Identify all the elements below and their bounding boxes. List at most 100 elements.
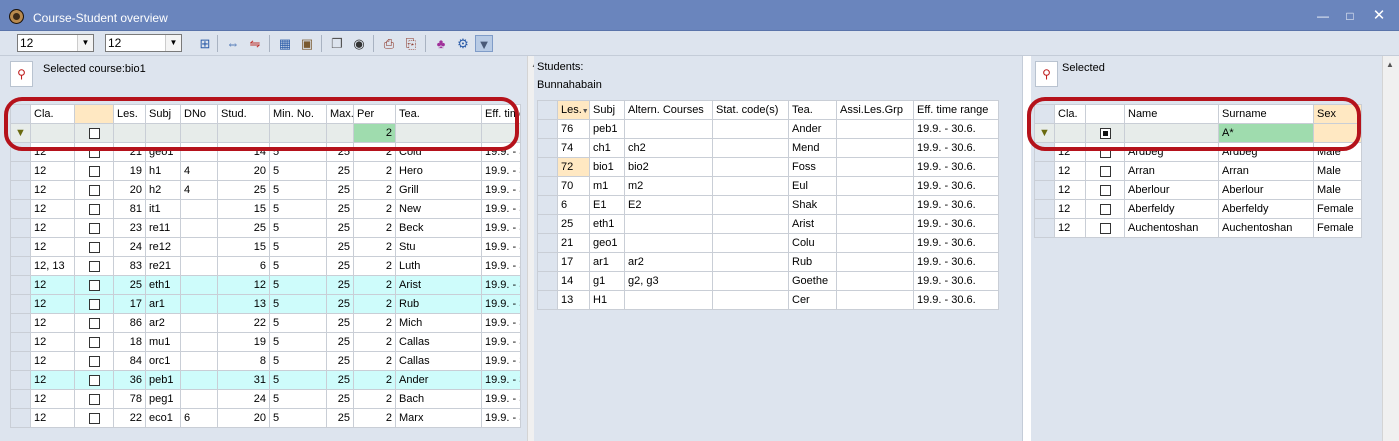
checkbox[interactable] (88, 222, 100, 234)
cell-assi-les-grp[interactable] (836, 214, 914, 234)
cell-max-no[interactable]: 25 (326, 370, 354, 390)
col-select[interactable] (74, 104, 114, 124)
cell-subj[interactable]: re12 (145, 237, 181, 257)
cell-dno[interactable] (180, 199, 218, 219)
cell-sex[interactable]: Male (1313, 142, 1362, 162)
col-stat-codes[interactable]: Stat. code(s) (712, 100, 789, 120)
cell-tea[interactable]: Foss (788, 157, 837, 177)
select-cell[interactable] (74, 256, 114, 276)
filter-surname[interactable]: A* (1218, 123, 1314, 143)
cell-subj[interactable]: h2 (145, 180, 181, 200)
table-row[interactable]: 72 bio1 bio2 Foss 19.9. - 30.6. (537, 157, 999, 177)
cell-stat-codes[interactable] (712, 290, 789, 310)
cell-altern-courses[interactable]: ch2 (624, 138, 713, 158)
cell-stud[interactable]: 8 (217, 351, 270, 371)
cell-min-no[interactable]: 5 (269, 199, 327, 219)
col-tea[interactable]: Tea. (788, 100, 837, 120)
cell-max-no[interactable]: 25 (326, 351, 354, 371)
cell-time-range[interactable]: 19.9. - 30.6. (481, 294, 521, 314)
cell-stud[interactable]: 15 (217, 237, 270, 257)
cell-tea[interactable]: Arist (395, 275, 482, 295)
cell-max-no[interactable]: 25 (326, 275, 354, 295)
cell-subj[interactable]: E1 (589, 195, 625, 215)
cell-cla[interactable]: 12 (1054, 199, 1086, 219)
cell-per[interactable]: 2 (353, 256, 396, 276)
cell-altern-courses[interactable] (624, 214, 713, 234)
table-row[interactable]: 12 Ardbeg Ardbeg Male (1034, 142, 1362, 162)
cell-max-no[interactable]: 25 (326, 389, 354, 409)
cell-stud[interactable]: 6 (217, 256, 270, 276)
cell-subj[interactable]: g1 (589, 271, 625, 291)
cell-time-range[interactable]: 19.9. - 30.6. (481, 351, 521, 371)
cell-altern-courses[interactable] (624, 233, 713, 253)
select-cell[interactable] (74, 294, 114, 314)
cell-time-range[interactable]: 19.9. - 30.6. (913, 214, 999, 234)
cell-dno[interactable] (180, 237, 218, 257)
cell-per[interactable]: 2 (353, 180, 396, 200)
cell-name[interactable]: Aberlour (1124, 180, 1219, 200)
cell-surname[interactable]: Arran (1218, 161, 1314, 181)
cell-stat-codes[interactable] (712, 252, 789, 272)
cell-max-no[interactable]: 25 (326, 161, 354, 181)
class-select[interactable]: 12 ▼ (17, 34, 94, 52)
select-cell[interactable] (74, 237, 114, 257)
cell-stud[interactable]: 25 (217, 180, 270, 200)
table-row[interactable]: 17 ar1 ar2 Rub 19.9. - 30.6. (537, 252, 999, 272)
col-time-range[interactable]: Eff. time range (481, 104, 521, 124)
select-cell[interactable] (1085, 218, 1125, 238)
cell-min-no[interactable]: 5 (269, 370, 327, 390)
cell-min-no[interactable]: 5 (269, 256, 327, 276)
cell-dno[interactable] (180, 142, 218, 162)
table-row[interactable]: 12, 13 83re21 65252Luth19.9. - 30.6. (10, 256, 521, 276)
cell-cla[interactable]: 12 (30, 389, 75, 409)
cell-les[interactable]: 20 (113, 180, 146, 200)
cell-dno[interactable] (180, 332, 218, 352)
filter-cell[interactable] (1313, 123, 1362, 143)
binoculars-icon[interactable]: ◉ (350, 35, 368, 52)
checkbox[interactable] (88, 241, 100, 253)
cell-min-no[interactable]: 5 (269, 351, 327, 371)
filter-icon[interactable]: ▼ (475, 35, 493, 52)
cell-les[interactable]: 19 (113, 161, 146, 181)
cell-cla[interactable]: 12 (1054, 142, 1086, 162)
cell-min-no[interactable]: 5 (269, 180, 327, 200)
magnifier-icon[interactable]: ⚲ (10, 61, 33, 87)
cell-stat-codes[interactable] (712, 138, 789, 158)
cell-assi-les-grp[interactable] (836, 252, 914, 272)
col-per[interactable]: Per (353, 104, 396, 124)
col-altern-courses[interactable]: Altern. Courses (624, 100, 713, 120)
cell-les[interactable]: 24 (113, 237, 146, 257)
checkbox[interactable] (88, 298, 100, 310)
cell-per[interactable]: 2 (353, 218, 396, 238)
cell-tea[interactable]: Ander (788, 119, 837, 139)
table-row[interactable]: 12 21geo1 145252Colu19.9. - 30.6. (10, 142, 521, 162)
cell-max-no[interactable]: 25 (326, 332, 354, 352)
cell-stat-codes[interactable] (712, 271, 789, 291)
cell-altern-courses[interactable]: ar2 (624, 252, 713, 272)
cell-time-range[interactable]: 19.9. - 30.6. (913, 119, 999, 139)
table-row[interactable]: 12 18mu1 195252Callas19.9. - 30.6. (10, 332, 521, 352)
copy-icon[interactable]: ❐ (328, 35, 346, 52)
cell-les[interactable]: 14 (557, 271, 590, 291)
checkbox[interactable] (1099, 184, 1111, 196)
cell-subj[interactable]: mu1 (145, 332, 181, 352)
col-tea[interactable]: Tea. (395, 104, 482, 124)
cell-stud[interactable]: 20 (217, 161, 270, 181)
cell-subj[interactable]: H1 (589, 290, 625, 310)
select-cell[interactable] (1085, 199, 1125, 219)
cell-per[interactable]: 2 (353, 408, 396, 428)
cell-time-range[interactable]: 19.9. - 30.6. (481, 313, 521, 333)
cell-les[interactable]: 23 (113, 218, 146, 238)
cell-stat-codes[interactable] (712, 157, 789, 177)
col-assi-les-grp[interactable]: Assi.Les.Grp (836, 100, 914, 120)
cell-cla[interactable]: 12 (30, 161, 75, 181)
cell-time-range[interactable]: 19.9. - 30.6. (481, 389, 521, 409)
cell-min-no[interactable]: 5 (269, 408, 327, 428)
cell-cla[interactable]: 12 (30, 408, 75, 428)
filter-cell[interactable] (180, 123, 218, 143)
col-select[interactable] (1085, 104, 1125, 124)
cell-max-no[interactable]: 25 (326, 180, 354, 200)
cell-subj[interactable]: peb1 (145, 370, 181, 390)
cell-assi-les-grp[interactable] (836, 176, 914, 196)
cell-les[interactable]: 25 (557, 214, 590, 234)
